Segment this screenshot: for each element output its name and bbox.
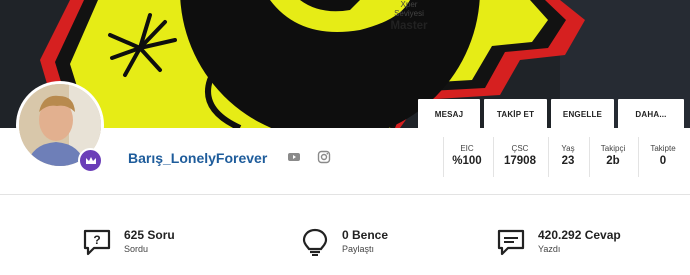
profile-username[interactable]: Barış_LonelyForever: [128, 150, 267, 166]
stat-label: ÇSC: [511, 144, 529, 153]
chat-bubble-icon: [497, 229, 525, 256]
profile-info-bar: [0, 128, 690, 195]
svg-text:?: ?: [93, 233, 100, 247]
summary-title: 0 Bence: [342, 228, 389, 242]
stat-value: %100: [452, 155, 482, 167]
summary-opinions[interactable]: 0 Bence Paylaştı: [300, 228, 388, 256]
summary-subtitle: Yazdı: [538, 244, 561, 254]
summary-subtitle: Paylaştı: [342, 244, 375, 254]
more-button[interactable]: DAHA...: [618, 99, 684, 130]
summary-subtitle: Sordu: [124, 244, 149, 254]
summary-title: 625 Soru: [124, 228, 175, 242]
stat-label: Takipçi: [600, 144, 626, 153]
stat-divider: [548, 137, 549, 177]
stat-divider: [638, 137, 639, 177]
stat-eic: EIC %100: [446, 144, 488, 190]
summary-answers[interactable]: 420.292 Cevap Yazdı: [496, 228, 621, 256]
stat-label: Xper Seviyesi: [394, 0, 424, 18]
youtube-icon[interactable]: [287, 150, 301, 164]
stat-followers[interactable]: Takipçi 2b: [592, 144, 634, 190]
stat-label: EIC: [460, 144, 474, 153]
profile-action-tabs: MESAJ TAKİP ET ENGELLE DAHA...: [418, 99, 684, 130]
stat-value: 23: [561, 155, 575, 167]
stat-value: 2b: [606, 155, 620, 167]
summary-questions[interactable]: ? 625 Soru Sordu: [82, 228, 175, 256]
stat-divider: [493, 137, 494, 177]
stat-label: Takipte: [650, 144, 676, 153]
block-button[interactable]: ENGELLE: [551, 99, 614, 130]
stat-csc: ÇSC 17908: [496, 144, 544, 190]
question-bubble-icon: ?: [83, 229, 111, 256]
message-button[interactable]: MESAJ: [418, 99, 480, 130]
stat-label: Yaş: [561, 144, 575, 153]
stat-value: Master: [390, 20, 428, 32]
stat-following[interactable]: Takipte 0: [641, 144, 685, 190]
stat-value: 0: [659, 155, 667, 167]
instagram-icon[interactable]: [317, 150, 331, 164]
master-level-badge: [78, 148, 103, 173]
follow-button[interactable]: TAKİP ET: [484, 99, 547, 130]
stat-value: 17908: [504, 155, 536, 167]
crown-icon: [85, 156, 96, 164]
summary-title: 420.292 Cevap: [538, 228, 621, 242]
stat-age: Yaş 23: [551, 144, 585, 190]
stat-divider: [589, 137, 590, 177]
lightbulb-icon: [302, 228, 328, 256]
stat-xper-level: Xper Seviyesi Master: [380, 0, 438, 46]
stat-divider: [443, 137, 444, 177]
